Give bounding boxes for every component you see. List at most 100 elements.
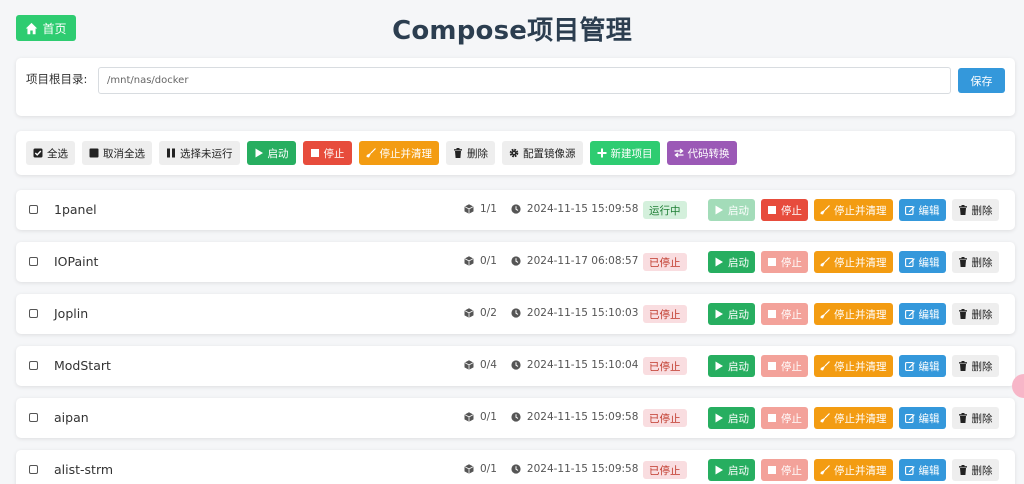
row-edit-label: 编辑	[918, 464, 940, 477]
project-name: IOPaint	[54, 254, 99, 269]
row-start-button[interactable]: 启动	[708, 303, 755, 325]
play-icon	[714, 465, 724, 475]
select-stopped-label: 选择未运行	[180, 147, 233, 160]
status-badge: 已停止	[643, 305, 687, 323]
select-all-button[interactable]: 全选	[26, 141, 75, 165]
broom-icon	[820, 205, 830, 215]
row-stop-label: 停止	[781, 308, 802, 321]
row-stop-clean-label: 停止并清理	[834, 412, 887, 425]
row-start-button[interactable]: 启动	[708, 251, 755, 273]
select-stopped-button[interactable]: 选择未运行	[159, 141, 240, 165]
row-stop-clean-label: 停止并清理	[834, 204, 887, 217]
row-stop-clean-button[interactable]: 停止并清理	[814, 303, 893, 325]
row-stop-clean-button[interactable]: 停止并清理	[814, 459, 893, 481]
row-start-button[interactable]: 启动	[708, 459, 755, 481]
code-convert-button[interactable]: 代码转换	[666, 141, 737, 165]
status-badge: 已停止	[643, 357, 687, 375]
project-checkbox[interactable]	[29, 205, 38, 214]
project-row: Joplin 0/2 2024-11-15 15:10:03 已停止 启动 停止	[16, 294, 1015, 334]
bulk-stop-button[interactable]: 停止	[302, 141, 352, 165]
bulk-start-button[interactable]: 启动	[246, 141, 296, 165]
project-checkbox[interactable]	[29, 361, 38, 370]
row-delete-button[interactable]: 删除	[951, 407, 999, 429]
row-edit-button[interactable]: 编辑	[898, 199, 946, 221]
edit-icon	[904, 465, 915, 475]
row-stop-button[interactable]: 停止	[761, 355, 808, 377]
row-start-label: 启动	[728, 204, 749, 217]
save-button[interactable]: 保存	[958, 68, 1005, 93]
play-icon	[714, 361, 724, 371]
row-stop-button[interactable]: 停止	[761, 251, 808, 273]
row-start-button[interactable]: 启动	[708, 407, 755, 429]
row-stop-button[interactable]: 停止	[761, 303, 808, 325]
mirror-config-button[interactable]: 配置镜像源	[502, 141, 583, 165]
row-stop-button[interactable]: 停止	[761, 199, 808, 221]
row-stop-clean-button[interactable]: 停止并清理	[814, 199, 893, 221]
project-name: aipan	[54, 410, 89, 425]
broom-icon	[820, 309, 830, 319]
row-delete-button[interactable]: 删除	[951, 459, 999, 481]
project-row: 1panel 1/1 2024-11-15 15:09:58 运行中 启动 停止	[16, 190, 1015, 230]
project-checkbox[interactable]	[29, 465, 38, 474]
new-project-button[interactable]: 新建项目	[589, 141, 660, 165]
row-edit-button[interactable]: 编辑	[898, 459, 946, 481]
row-actions: 启动 停止 停止并清理 编辑 删除	[708, 199, 999, 221]
bulk-stop-label: 停止	[323, 147, 345, 160]
row-start-label: 启动	[728, 464, 749, 477]
stop-icon	[310, 148, 320, 158]
project-meta: 0/1 2024-11-15 15:09:58	[464, 411, 638, 423]
row-start-button[interactable]: 启动	[708, 199, 755, 221]
container-count: 0/4	[480, 359, 497, 371]
edit-icon	[904, 413, 915, 423]
project-checkbox[interactable]	[29, 257, 38, 266]
row-stop-button[interactable]: 停止	[761, 459, 808, 481]
row-edit-button[interactable]: 编辑	[898, 355, 946, 377]
row-delete-label: 删除	[971, 360, 993, 373]
bulk-stop-clean-label: 停止并清理	[379, 147, 433, 160]
root-path-input[interactable]	[98, 67, 951, 94]
play-icon	[254, 148, 264, 158]
edit-icon	[904, 257, 915, 267]
trash-icon	[958, 361, 968, 371]
row-stop-label: 停止	[781, 204, 802, 217]
row-edit-button[interactable]: 编辑	[898, 303, 946, 325]
project-checkbox[interactable]	[29, 309, 38, 318]
trash-icon	[958, 465, 968, 475]
row-stop-clean-label: 停止并清理	[834, 360, 887, 373]
project-row: aipan 0/1 2024-11-15 15:09:58 已停止 启动 停止	[16, 398, 1015, 438]
bulk-stop-clean-button[interactable]: 停止并清理	[358, 141, 439, 165]
play-icon	[714, 309, 724, 319]
trash-icon	[958, 309, 968, 319]
row-delete-button[interactable]: 删除	[951, 199, 999, 221]
updated-time: 2024-11-15 15:10:04	[526, 359, 639, 371]
row-start-button[interactable]: 启动	[708, 355, 755, 377]
bulk-delete-button[interactable]: 删除	[446, 141, 495, 165]
plus-icon	[597, 148, 607, 158]
project-name: ModStart	[54, 358, 111, 373]
row-edit-button[interactable]: 编辑	[898, 251, 946, 273]
row-edit-button[interactable]: 编辑	[898, 407, 946, 429]
mirror-config-label: 配置镜像源	[523, 147, 576, 160]
edit-icon	[904, 361, 915, 371]
row-stop-button[interactable]: 停止	[761, 407, 808, 429]
row-actions: 启动 停止 停止并清理 编辑 删除	[708, 459, 999, 481]
clock-icon	[511, 360, 527, 370]
project-checkbox[interactable]	[29, 413, 38, 422]
play-icon	[714, 257, 724, 267]
row-stop-label: 停止	[781, 256, 802, 269]
row-stop-clean-button[interactable]: 停止并清理	[814, 355, 893, 377]
row-stop-clean-button[interactable]: 停止并清理	[814, 251, 893, 273]
select-all-label: 全选	[47, 147, 68, 160]
row-stop-label: 停止	[781, 360, 802, 373]
row-delete-button[interactable]: 删除	[951, 251, 999, 273]
row-delete-button[interactable]: 删除	[951, 355, 999, 377]
floating-assistant-icon[interactable]	[1012, 374, 1024, 398]
updated-time: 2024-11-15 15:09:58	[526, 463, 639, 475]
status-badge: 已停止	[643, 253, 687, 271]
project-name: Joplin	[54, 306, 89, 321]
edit-icon	[904, 309, 915, 319]
row-delete-button[interactable]: 删除	[951, 303, 999, 325]
deselect-all-button[interactable]: 取消全选	[82, 141, 152, 165]
row-stop-clean-button[interactable]: 停止并清理	[814, 407, 893, 429]
row-edit-label: 编辑	[918, 204, 940, 217]
